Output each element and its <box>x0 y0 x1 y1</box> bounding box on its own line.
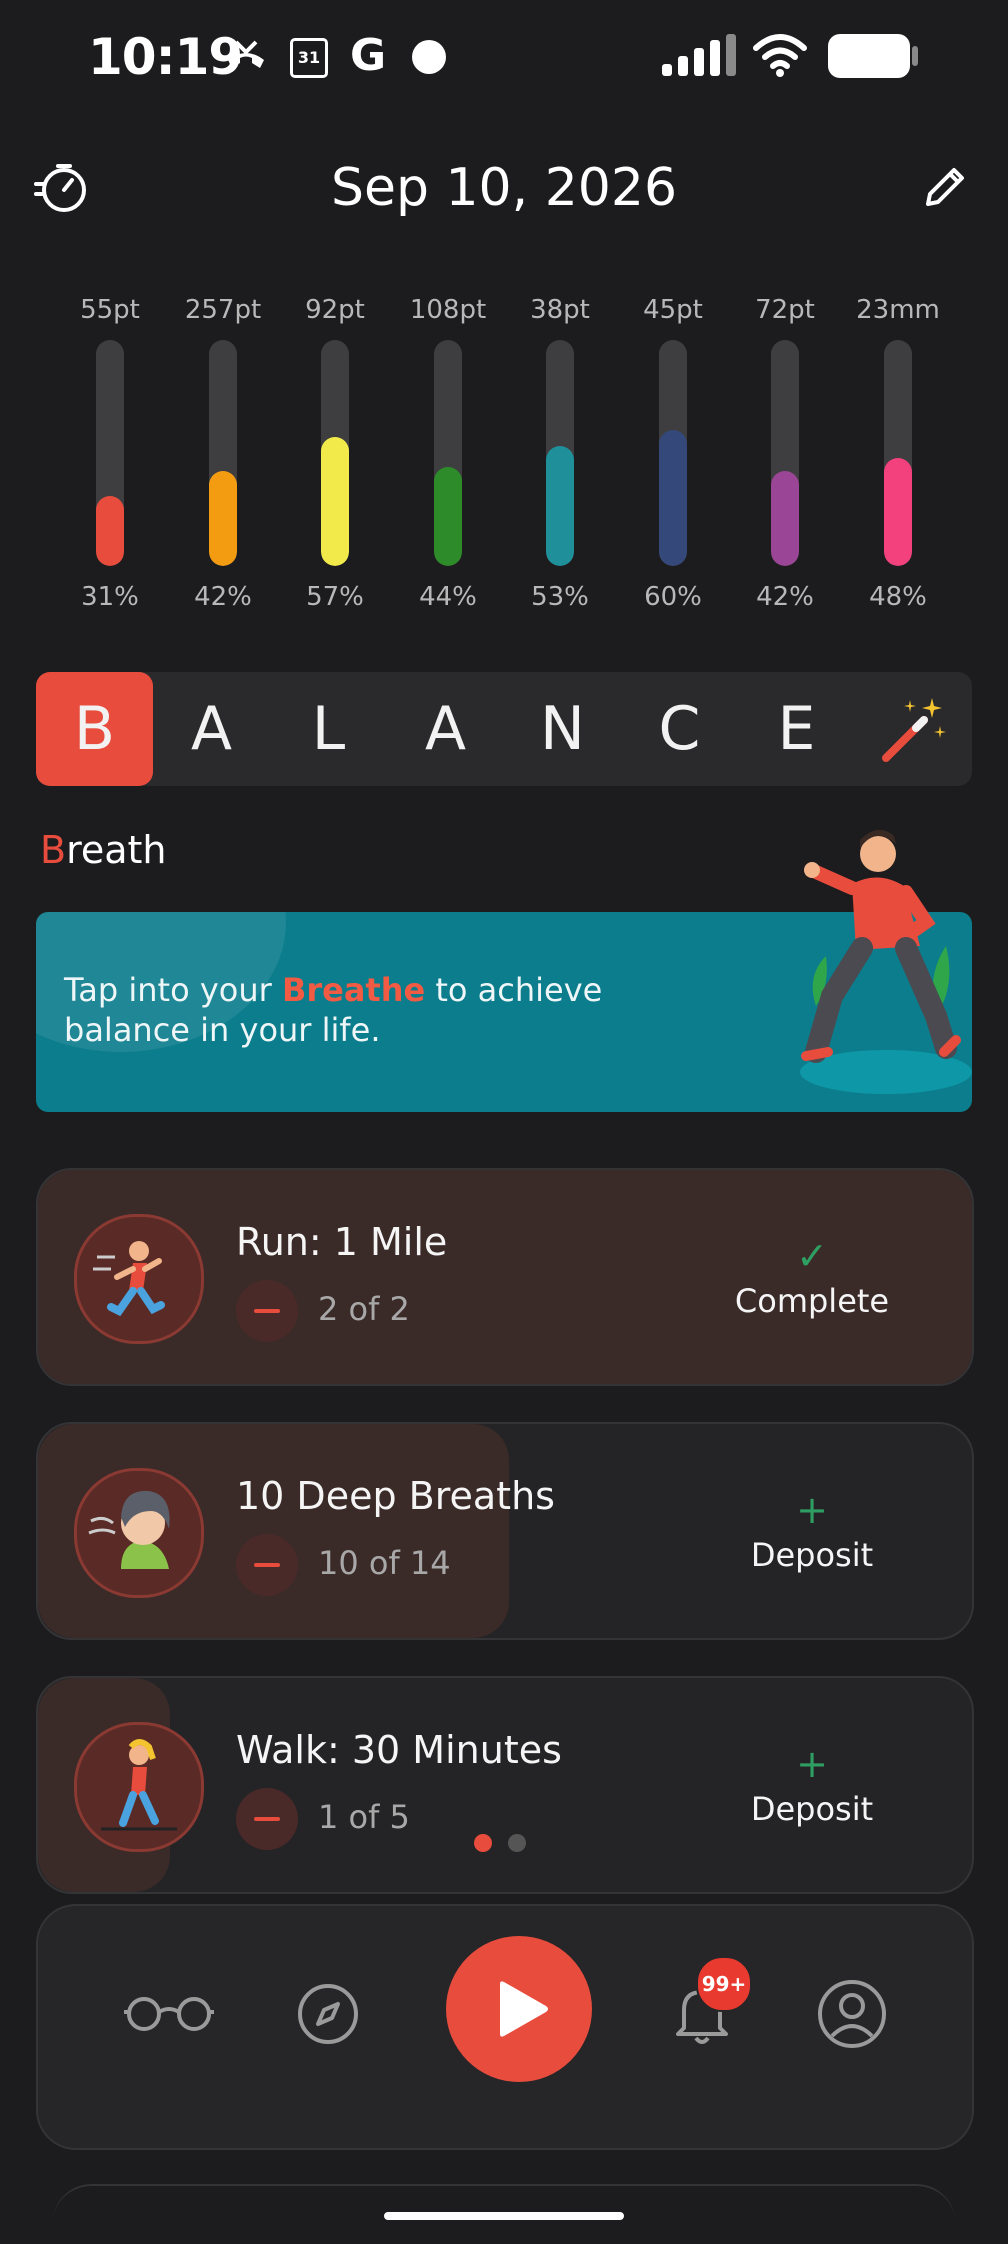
deposit-button[interactable]: + Deposit <box>712 1490 912 1574</box>
signal-icon <box>662 34 736 76</box>
battery-cap <box>912 46 918 66</box>
complete-button[interactable]: ✓ Complete <box>712 1236 912 1320</box>
section-rest: reath <box>66 828 167 872</box>
balance-letter-l-3[interactable]: L <box>270 672 387 786</box>
page-title: Sep 10, 2026 <box>330 158 678 218</box>
banner-highlight: Breathe <box>281 971 426 1009</box>
metric-bar-4[interactable] <box>434 340 462 566</box>
activity-count: 2 of 2 <box>318 1290 410 1328</box>
checkmark-icon: ✓ <box>796 1234 828 1278</box>
metric-percent-6: 60% <box>644 582 702 612</box>
metric-bar-fill <box>659 430 687 566</box>
balance-letter-a-4[interactable]: A <box>387 672 504 786</box>
metric-bar-2[interactable] <box>209 340 237 566</box>
balance-letter-b-1[interactable]: B <box>36 672 153 786</box>
activity-card[interactable]: Run: 1 Mile 2 of 2 ✓ Complete <box>36 1168 974 1386</box>
missed-call-icon <box>228 40 264 68</box>
activity-card[interactable]: 10 Deep Breaths 10 of 14 + Deposit <box>36 1422 974 1640</box>
metric-value-4: 108pt <box>409 295 487 325</box>
decrement-button[interactable] <box>236 1280 298 1342</box>
balance-letter-c-6[interactable]: C <box>621 672 738 786</box>
deposit-button[interactable]: + Deposit <box>712 1744 912 1828</box>
action-label: Deposit <box>750 1536 874 1574</box>
activity-count: 10 of 14 <box>318 1544 451 1582</box>
metric-percent-2: 42% <box>194 582 252 612</box>
walker-icon <box>74 1722 204 1852</box>
plus-icon: + <box>796 1742 828 1786</box>
metric-percent-7: 42% <box>756 582 814 612</box>
section-first-letter: B <box>40 828 67 872</box>
page-dot-1[interactable] <box>474 1834 492 1852</box>
glasses-icon[interactable] <box>124 1994 214 2034</box>
metric-bar-fill <box>546 446 574 566</box>
profile-icon[interactable] <box>816 1978 888 2050</box>
activity-count: 1 of 5 <box>318 1798 410 1836</box>
play-icon <box>500 1981 548 2037</box>
action-label: Deposit <box>750 1790 874 1828</box>
play-button[interactable] <box>446 1936 592 2082</box>
metric-bar-fill <box>434 467 462 566</box>
calendar-day: 31 <box>297 48 321 67</box>
activity-title: 10 Deep Breaths <box>236 1474 555 1518</box>
balance-letter-e-7[interactable]: E <box>738 672 855 786</box>
google-icon: G <box>350 30 387 81</box>
banner-text-before: Tap into your <box>64 971 282 1009</box>
runner-icon <box>74 1214 204 1344</box>
metric-value-2: 257pt <box>184 295 262 325</box>
runner-illustration <box>800 829 972 1094</box>
metric-percent-5: 53% <box>531 582 589 612</box>
page-dot-2[interactable] <box>508 1834 526 1852</box>
banner-text: Tap into your Breathe to achieve balance… <box>64 970 624 1050</box>
status-bar: 10:19 31 G <box>0 0 1008 120</box>
metric-bar-fill <box>209 471 237 566</box>
metric-bar-fill <box>884 458 912 566</box>
section-label: Breath <box>40 828 167 872</box>
metric-percent-1: 31% <box>81 582 139 612</box>
metric-value-7: 72pt <box>755 295 815 325</box>
plus-icon: + <box>796 1488 828 1532</box>
metric-bar-8[interactable] <box>884 340 912 566</box>
metric-bar-fill <box>321 437 349 566</box>
activity-card[interactable]: Walk: 30 Minutes 1 of 5 + Deposit <box>36 1676 974 1894</box>
pencil-icon[interactable] <box>920 160 972 212</box>
compass-icon[interactable] <box>296 1982 360 2046</box>
calendar-icon: 31 <box>290 38 328 78</box>
metric-percent-4: 44% <box>419 582 477 612</box>
bottom-nav: 99+ <box>36 1904 974 2150</box>
magic-wand-icon[interactable] <box>876 692 952 768</box>
decrement-button[interactable] <box>236 1788 298 1850</box>
balance-letter-n-5[interactable]: N <box>504 672 621 786</box>
metric-bar-3[interactable] <box>321 340 349 566</box>
metric-percent-3: 57% <box>306 582 364 612</box>
status-time: 10:19 <box>88 28 243 86</box>
breathing-person-icon <box>74 1468 204 1598</box>
balance-selector: BALANCE <box>36 672 972 786</box>
decrement-button[interactable] <box>236 1534 298 1596</box>
metric-bar-fill <box>771 471 799 566</box>
metric-value-6: 45pt <box>643 295 703 325</box>
action-label: Complete <box>734 1282 890 1320</box>
metric-bar-5[interactable] <box>546 340 574 566</box>
metric-value-8: 23mm <box>856 295 940 325</box>
metric-percent-8: 48% <box>869 582 927 612</box>
metric-bar-6[interactable] <box>659 340 687 566</box>
metric-bar-fill <box>96 496 124 566</box>
metric-value-3: 92pt <box>305 295 365 325</box>
activity-title: Run: 1 Mile <box>236 1220 448 1264</box>
metric-value-1: 55pt <box>80 295 140 325</box>
battery-icon <box>828 34 910 78</box>
notification-badge: 99+ <box>696 1956 752 2012</box>
metric-value-5: 38pt <box>530 295 590 325</box>
activity-title: Walk: 30 Minutes <box>236 1728 562 1772</box>
dot-icon <box>412 40 446 74</box>
wifi-icon <box>753 34 807 77</box>
home-indicator[interactable] <box>384 2212 624 2220</box>
metric-bar-1[interactable] <box>96 340 124 566</box>
page-indicator <box>474 1834 542 1856</box>
metric-bar-7[interactable] <box>771 340 799 566</box>
balance-letter-a-2[interactable]: A <box>153 672 270 786</box>
